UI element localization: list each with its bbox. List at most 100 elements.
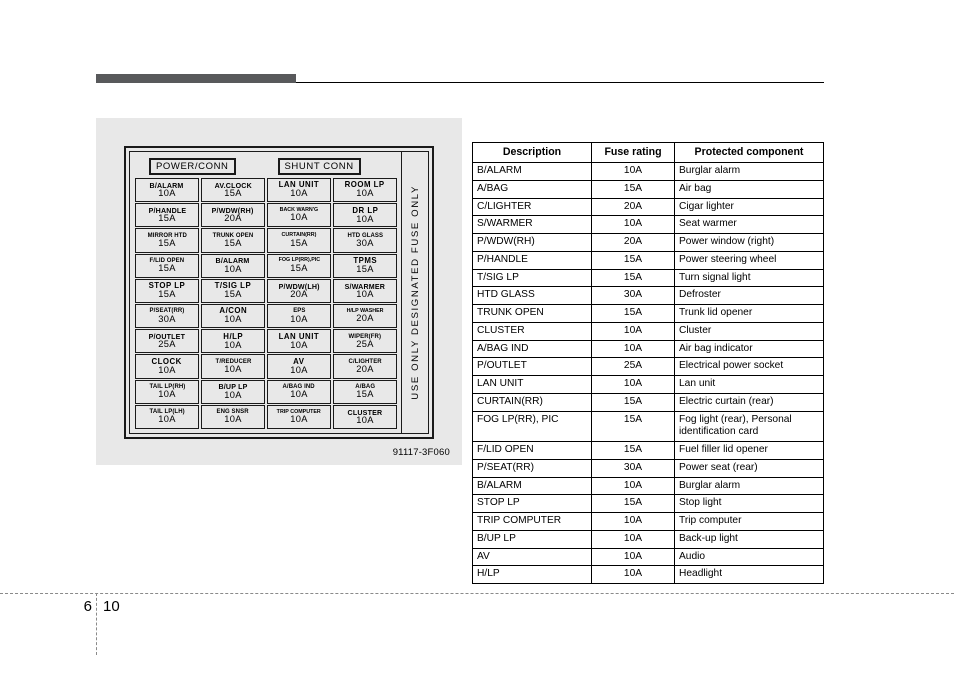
cell-protected-component: Audio	[674, 547, 824, 567]
fuse-cell: CLUSTER 10A	[333, 404, 397, 429]
cell-fuse-rating: 10A	[591, 565, 675, 585]
table-row: B/ALARM 10A Burglar alarm	[472, 476, 824, 496]
fuse-cell-rating: 20A	[224, 213, 242, 224]
fuse-cell: TPMS 15A	[333, 253, 397, 278]
footer-chapter-number: 6	[83, 598, 92, 615]
fuse-cell: H/LP 10A	[201, 329, 265, 354]
fuse-cell: T/REDUCER 10A	[201, 354, 265, 379]
fuse-cell-rating: 10A	[224, 414, 242, 425]
cell-protected-component: Electric curtain (rear)	[674, 392, 824, 412]
fuse-cell-rating: 10A	[224, 363, 242, 374]
fuse-cell-rating: 10A	[158, 364, 176, 375]
footer-page-number: 10	[103, 598, 120, 615]
cell-protected-component: Air bag indicator	[674, 339, 824, 359]
cell-fuse-rating: 10A	[591, 375, 675, 394]
table-body: B/ALARM 10A Burglar alarm A/BAG 15A Air bag C/…	[472, 162, 824, 585]
table-row: P/SEAT(RR) 30A Power seat (rear)	[472, 458, 824, 478]
fuse-cell-rating: 10A	[158, 414, 176, 425]
cell-protected-component: Burglar alarm	[674, 162, 824, 181]
fuse-cell-label: B/ALARM	[215, 256, 250, 266]
cell-protected-component: Burglar alarm	[674, 476, 824, 496]
cell-protected-component: Stop light	[674, 494, 824, 514]
cell-fuse-rating: 10A	[591, 321, 675, 341]
fuse-cell-label: B/UP LP	[218, 382, 248, 392]
cell-protected-component: Back-up light	[674, 529, 824, 549]
fuse-cell: H/LP WASHER 20A	[333, 304, 397, 329]
fuse-cell-label: CLOCK	[151, 356, 183, 366]
fuse-cell-label: T/REDUCER	[215, 357, 251, 365]
fuse-cell-rating: 10A	[290, 364, 308, 375]
fuse-cell-label: B/ALARM	[149, 180, 184, 190]
fuse-cell-label: S/WARMER	[344, 281, 386, 291]
fuse-cell-label: LAN UNIT	[278, 180, 320, 190]
fuse-cell-label: A/BAG	[355, 382, 375, 390]
cell-fuse-rating: 15A	[591, 304, 675, 323]
cell-description: AV	[472, 547, 592, 567]
table-row: FOG LP(RR), PIC 15A Fog light (rear), Pers…	[472, 410, 824, 443]
connector-label-shunt-conn: SHUNT CONN	[277, 158, 361, 175]
fuse-cell-label: H/LP WASHER	[346, 307, 384, 314]
cell-protected-component: Fuel filler lid opener	[674, 441, 824, 460]
cell-description: F/LID OPEN	[472, 441, 592, 460]
cell-description: P/WDW(RH)	[472, 233, 592, 252]
fuse-cell-label: A/BAG IND	[282, 382, 316, 390]
fuse-cell-label: AV.CLOCK	[214, 180, 252, 190]
fuse-cell: LAN UNIT 10A	[267, 178, 331, 203]
fuse-cell-label: MIRROR HTD	[147, 231, 187, 239]
cell-protected-component: Trip computer	[674, 512, 824, 531]
cell-description: B/ALARM	[472, 476, 592, 496]
cell-fuse-rating: 20A	[591, 197, 675, 217]
table-row: A/BAG 15A Air bag	[472, 179, 824, 199]
fuse-cell: CLOCK 10A	[135, 354, 199, 379]
fuse-cell-rating: 10A	[290, 188, 308, 199]
cell-description: A/BAG IND	[472, 339, 592, 359]
cell-description: H/LP	[472, 565, 592, 585]
cell-protected-component: Electrical power socket	[674, 357, 824, 377]
table-row: P/OUTLET 25A Electrical power socket	[472, 357, 824, 377]
table-row: LAN UNIT 10A Lan unit	[472, 375, 824, 394]
fuse-cell-rating: 10A	[290, 339, 308, 350]
cell-protected-component: Turn signal light	[674, 268, 824, 288]
fuse-cell: A/BAG 15A	[333, 379, 397, 404]
fuse-cell-label: P/SEAT(RR)	[149, 307, 185, 315]
cell-fuse-rating: 15A	[591, 250, 675, 270]
cell-fuse-rating: 10A	[591, 339, 675, 359]
fuse-cell-rating: 10A	[224, 314, 242, 325]
cell-description: S/WARMER	[472, 215, 592, 235]
column-header-description: Description	[472, 141, 592, 164]
fuse-cell-label: EPS	[292, 307, 306, 315]
cell-description: CLUSTER	[472, 321, 592, 341]
cell-description: CURTAIN(RR)	[472, 392, 592, 412]
fuse-cell-label: TAIL LP(LH)	[149, 408, 185, 416]
table-row: P/HANDLE 15A Power steering wheel	[472, 250, 824, 270]
fuse-cell: P/WDW(RH) 20A	[201, 203, 265, 228]
fuse-cell: TRUNK OPEN 15A	[201, 228, 265, 253]
table-row: STOP LP 15A Stop light	[472, 494, 824, 514]
cell-fuse-rating: 15A	[591, 410, 675, 443]
fuse-cell: P/OUTLET 25A	[135, 329, 199, 354]
fuse-cell: AV 10A	[267, 354, 331, 379]
table-row: HTD GLASS 30A Defroster	[472, 286, 824, 306]
fuse-cell: STOP LP 15A	[135, 278, 199, 303]
table-row: CLUSTER 10A Cluster	[472, 321, 824, 341]
fuse-cell: WIPER(FR) 25A	[333, 329, 397, 354]
fuse-cell: EPS 10A	[267, 304, 331, 329]
table-row: S/WARMER 10A Seat warmer	[472, 215, 824, 235]
cell-fuse-rating: 20A	[591, 233, 675, 252]
fuse-cell-rating: 15A	[158, 213, 176, 224]
fuse-cell-label: TAIL LP(RH)	[149, 382, 185, 390]
fuse-cell-rating: 10A	[224, 339, 242, 350]
fuse-cell: HTD GLASS 30A	[333, 228, 397, 253]
connector-label-power-conn: POWER/CONN	[149, 158, 236, 175]
cell-protected-component: Defroster	[674, 286, 824, 306]
fuse-cell: A/CON 10A	[201, 304, 265, 329]
cell-description: FOG LP(RR), PIC	[472, 410, 592, 443]
column-header-fuse-rating: Fuse rating	[591, 141, 675, 164]
fuse-box-inner-frame: POWER/CONN SHUNT CONN B/ALARM 10A AV.CLOCK…	[129, 151, 429, 434]
fuse-cell: FOG LP(RR),PIC 15A	[267, 253, 331, 278]
fuse-cell: TAIL LP(LH) 10A	[135, 404, 199, 429]
cell-fuse-rating: 15A	[591, 392, 675, 412]
table-header-row: Description Fuse rating Protected compon…	[472, 141, 824, 164]
header-thin-line	[296, 82, 824, 83]
table-row: F/LID OPEN 15A Fuel filler lid opener	[472, 441, 824, 460]
